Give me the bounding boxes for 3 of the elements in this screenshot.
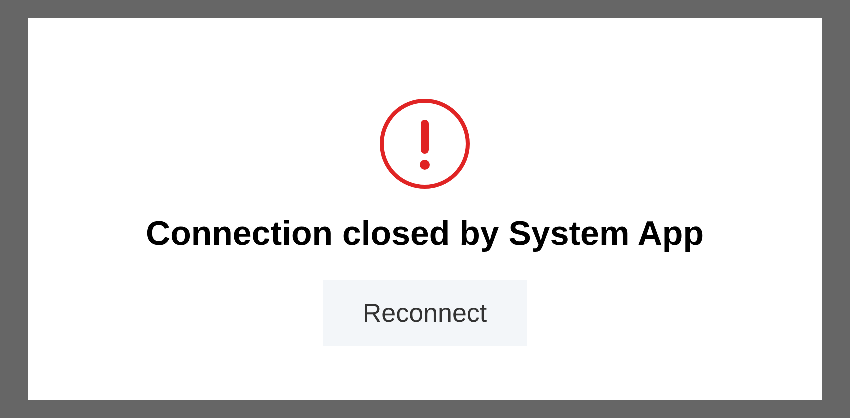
dialog-title: Connection closed by System App — [146, 214, 704, 254]
exclamation-icon — [379, 98, 471, 190]
reconnect-button[interactable]: Reconnect — [323, 280, 527, 346]
